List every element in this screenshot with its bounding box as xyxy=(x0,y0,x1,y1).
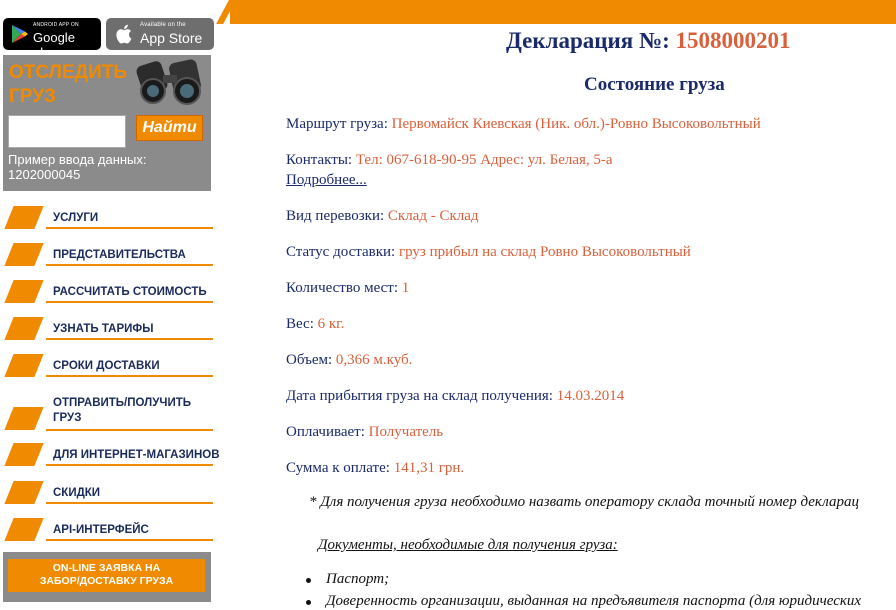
sum-value: 141,31 грн. xyxy=(393,460,465,476)
contacts-row: Контакты: Тел: 067-618-90-95 Адрес: ул. … xyxy=(286,152,613,168)
tracking-number-input[interactable] xyxy=(8,115,126,148)
document-item: Паспорт; xyxy=(326,571,390,587)
pickup-note: * Для получения груза необходимо назвать… xyxy=(309,494,859,510)
menu-item-tariffs[interactable]: УЗНАТЬ ТАРИФЫ xyxy=(0,317,214,343)
contacts-value: Тел: 067-618-90-95 Адрес: ул. Белая, 5-а xyxy=(355,152,613,168)
track-cargo-panel: ОТСЛЕДИТЬ ГРУЗ Найти Пример ввода данных… xyxy=(3,55,211,191)
online-request-button[interactable]: ON-LINE ЗАЯВКА НА ЗАБОР/ДОСТАВКУ ГРУЗА xyxy=(8,559,205,592)
menu-label: ОТПРАВИТЬ/ПОЛУЧИТЬ xyxy=(53,397,192,409)
weight-row: Вес: 6 кг. xyxy=(286,316,345,332)
bullet-icon xyxy=(306,600,311,605)
find-button[interactable]: Найти xyxy=(136,115,203,141)
menu-label: УЗНАТЬ ТАРИФЫ xyxy=(53,323,154,335)
delivery-status-value: груз прибыл на склад Ровно Высоковольтны… xyxy=(398,244,691,260)
menu-item-calculate-cost[interactable]: РАССЧИТАТЬ СТОИМОСТЬ xyxy=(0,280,214,306)
header-band xyxy=(230,0,896,24)
binoculars-icon xyxy=(136,59,201,105)
cargo-state-title: Состояние груза xyxy=(584,74,725,95)
online-request-panel: ON-LINE ЗАЯВКА НА ЗАБОР/ДОСТАВКУ ГРУЗА xyxy=(3,552,211,602)
menu-label: СРОКИ ДОСТАВКИ xyxy=(53,360,160,372)
menu-label-line2: ГРУЗ xyxy=(53,412,82,424)
menu-item-api[interactable]: API-ИНТЕРФЕЙС xyxy=(0,518,214,544)
menu-item-online-shops[interactable]: ДЛЯ ИНТЕРНЕТ-МАГАЗИНОВ xyxy=(0,443,220,469)
menu-label: УСЛУГИ xyxy=(53,212,99,224)
payer-value: Получатель xyxy=(368,424,444,440)
places-value: 1 xyxy=(401,280,410,296)
route-row: Маршрут груза: Первомайск Киевская (Ник.… xyxy=(286,116,761,132)
volume-value: 0,366 м.куб. xyxy=(335,352,413,368)
app-store-badge[interactable]: Available on the App Store xyxy=(106,18,214,50)
volume-row: Объем: 0,366 м.куб. xyxy=(286,352,413,368)
arrival-date-row: Дата прибытия груза на склад получения: … xyxy=(286,388,625,404)
apple-icon xyxy=(116,24,132,44)
document-item: Доверенность организации, выданная на пр… xyxy=(326,593,862,609)
delivery-status-row: Статус доставки: груз прибыл на склад Ро… xyxy=(286,244,691,260)
menu-label: СКИДКИ xyxy=(53,487,101,499)
weight-value: 6 кг. xyxy=(317,316,345,332)
menu-label: API-ИНТЕРФЕЙС xyxy=(53,524,149,536)
places-row: Количество мест: 1 xyxy=(286,280,410,296)
sum-row: Сумма к оплате: 141,31 грн. xyxy=(286,460,465,476)
apple-badge-small: Available on the xyxy=(140,22,186,28)
payer-row: Оплачивает: Получатель xyxy=(286,424,444,440)
google-badge-small: Android app on xyxy=(33,22,79,28)
arrival-date-value: 14.03.2014 xyxy=(556,388,625,404)
menu-label: РАССЧИТАТЬ СТОИМОСТЬ xyxy=(53,286,207,298)
menu-label: ДЛЯ ИНТЕРНЕТ-МАГАЗИНОВ xyxy=(53,449,220,461)
menu-item-offices[interactable]: ПРЕДСТАВИТЕЛЬСТВА xyxy=(0,243,214,269)
menu-item-services[interactable]: УСЛУГИ xyxy=(0,206,214,232)
declaration-number: 1508000201 xyxy=(675,28,791,53)
google-play-badge[interactable]: Android app on Google play xyxy=(3,18,101,60)
documents-title: Документы, необходимые для получения гру… xyxy=(318,537,618,553)
tracking-example: Пример ввода данных: 1202000045 xyxy=(8,152,147,182)
track-title: ОТСЛЕДИТЬ ГРУЗ xyxy=(9,62,128,107)
route-value: Первомайск Киевская (Ник. обл.)-Ровно Вы… xyxy=(391,116,761,132)
transport-row: Вид перевозки: Склад - Склад xyxy=(286,208,479,224)
declaration-label: Декларация №: xyxy=(506,28,670,53)
menu-label: ПРЕДСТАВИТЕЛЬСТВА xyxy=(53,249,186,261)
menu-item-send-receive[interactable]: ОТПРАВИТЬ/ПОЛУЧИТЬ ГРУЗ xyxy=(0,391,214,437)
transport-value: Склад - Склад xyxy=(387,208,479,224)
google-play-icon xyxy=(12,25,28,43)
declaration-heading: Декларация №: 1508000201 xyxy=(506,28,790,54)
bullet-icon xyxy=(306,578,311,583)
more-details-link[interactable]: Подробнее... xyxy=(286,172,367,189)
menu-item-delivery-times[interactable]: СРОКИ ДОСТАВКИ xyxy=(0,354,214,380)
apple-badge-big: App Store xyxy=(140,30,203,46)
menu-item-discounts[interactable]: СКИДКИ xyxy=(0,481,214,507)
